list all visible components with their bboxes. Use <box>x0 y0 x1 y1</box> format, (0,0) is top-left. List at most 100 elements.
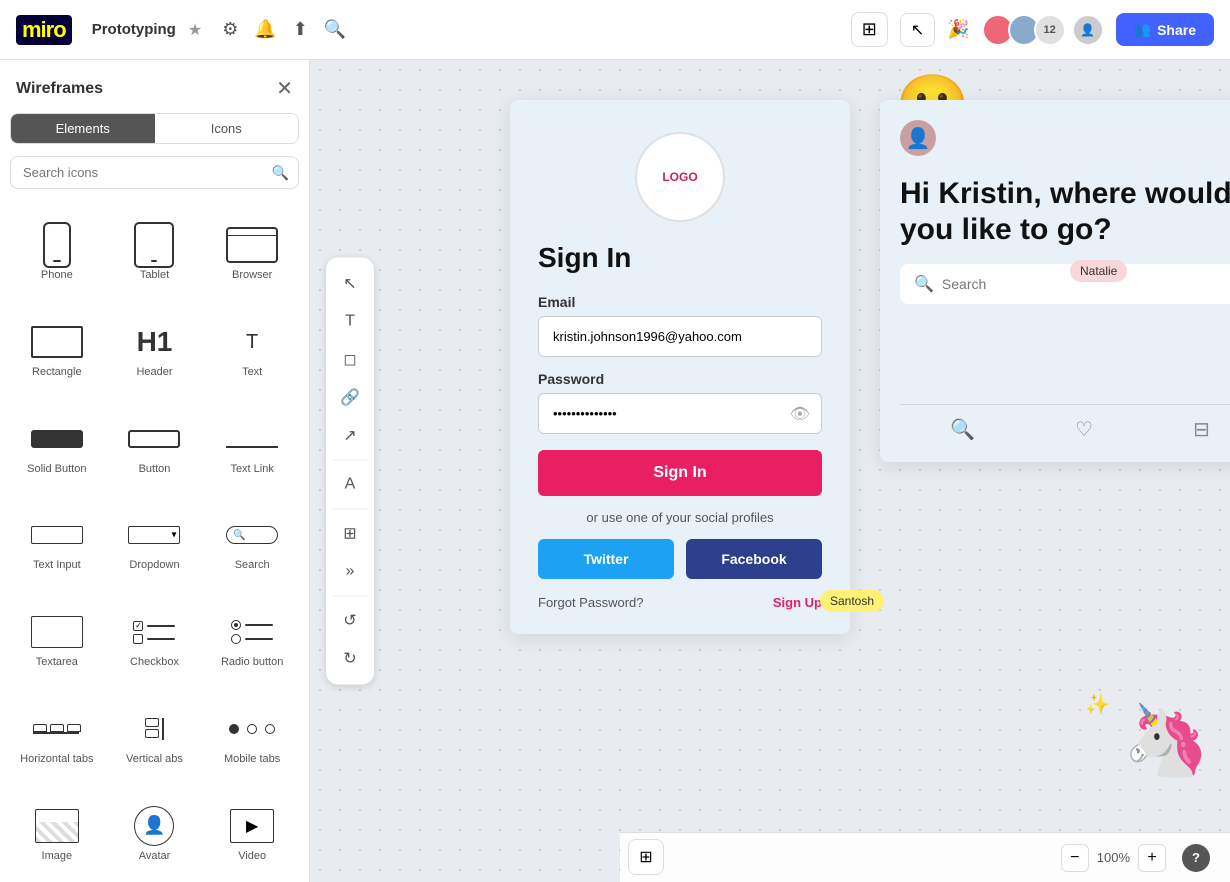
nav-header: 👤 <box>900 120 1230 156</box>
zoom-out-button[interactable]: − <box>1061 844 1089 872</box>
help-button[interactable]: ? <box>1182 844 1210 872</box>
element-horizontal-tabs-label: Horizontal tabs <box>20 753 93 765</box>
element-header[interactable]: H1 Header <box>108 302 202 395</box>
element-avatar-label: Avatar <box>139 850 171 862</box>
element-browser-label: Browser <box>232 269 272 281</box>
browser-icon <box>226 227 278 263</box>
text-tool[interactable]: T <box>332 304 368 340</box>
checkbox-icon: ✓ <box>133 621 175 644</box>
element-horizontal-tabs[interactable]: Horizontal tabs <box>10 689 104 782</box>
panel-header: Wireframes ✕ <box>0 60 309 113</box>
element-mobile-tabs[interactable]: Mobile tabs <box>205 689 299 782</box>
element-vertical-tabs-label: Vertical abs <box>126 753 183 765</box>
frame-tool[interactable]: ⊞ <box>332 516 368 552</box>
element-tablet[interactable]: Tablet <box>108 205 202 298</box>
text-link-icon <box>226 430 278 448</box>
or-text: or use one of your social profiles <box>538 510 822 525</box>
notification-icon[interactable]: 🔔 <box>254 19 276 40</box>
element-text[interactable]: T Text <box>205 302 299 395</box>
element-button[interactable]: Button <box>108 398 202 491</box>
share-button[interactable]: 👥 Share <box>1116 13 1214 46</box>
element-image[interactable]: Image <box>10 785 104 878</box>
more-tool[interactable]: » <box>332 554 368 590</box>
search-icon[interactable]: 🔍 <box>324 19 346 40</box>
element-phone[interactable]: Phone <box>10 205 104 298</box>
element-dropdown[interactable]: Dropdown <box>108 495 202 588</box>
signin-wireframe: LOGO Sign In Email Password 👁 Sign In or… <box>510 100 850 634</box>
main: Wireframes ✕ Elements Icons 🔍 Phone Tabl… <box>0 60 1230 882</box>
solid-button-icon <box>31 430 83 448</box>
undo-tool[interactable]: ↺ <box>332 603 368 639</box>
signup-link[interactable]: Sign Up <box>773 595 822 610</box>
tab-elements[interactable]: Elements <box>11 114 155 143</box>
element-checkbox-label: Checkbox <box>130 656 179 668</box>
element-radio-label: Radio button <box>221 656 283 668</box>
element-image-label: Image <box>42 850 73 862</box>
signin-button[interactable]: Sign In <box>538 450 822 496</box>
element-video[interactable]: ▶ Video <box>205 785 299 878</box>
element-solid-button[interactable]: Solid Button <box>10 398 104 491</box>
element-textarea[interactable]: Textarea <box>10 592 104 685</box>
element-text-link[interactable]: Text Link <box>205 398 299 491</box>
element-text-input[interactable]: Text Input <box>10 495 104 588</box>
button-icon <box>128 430 180 448</box>
share-icon-inner: 👥 <box>1134 21 1151 38</box>
vertical-tabs-icon <box>145 718 164 740</box>
tool-divider-2 <box>332 509 368 510</box>
topbar: miro Prototyping ★ ⚙ 🔔 ⬆ 🔍 ⊞ ↖ 🎉 12 👤 👥 … <box>0 0 1230 60</box>
element-avatar[interactable]: 👤 Avatar <box>108 785 202 878</box>
element-checkbox[interactable]: ✓ Checkbox <box>108 592 202 685</box>
text-icon: T <box>246 331 258 354</box>
nav-heart-icon[interactable]: ♡ <box>1075 417 1093 442</box>
forgot-password-link[interactable]: Forgot Password? <box>538 595 644 610</box>
zoom-in-button[interactable]: + <box>1138 844 1166 872</box>
connector-tool[interactable]: 🔗 <box>332 380 368 416</box>
eye-icon[interactable]: 👁 <box>790 404 810 424</box>
close-panel-button[interactable]: ✕ <box>276 76 293 101</box>
font-tool[interactable]: A <box>332 467 368 503</box>
panel-toggle-button[interactable]: ⊞ <box>628 839 664 875</box>
star-icon[interactable]: ★ <box>188 20 202 40</box>
element-radio[interactable]: Radio button <box>205 592 299 685</box>
share-icon[interactable]: ⬆ <box>293 19 308 40</box>
cursor-button[interactable]: ↖ <box>900 13 935 47</box>
password-input[interactable] <box>538 393 822 434</box>
element-rectangle[interactable]: Rectangle <box>10 302 104 395</box>
nav-search-bottom-icon[interactable]: 🔍 <box>950 417 975 442</box>
unicorn-decoration: 🦄 <box>1123 700 1210 782</box>
text-input-icon <box>31 526 83 544</box>
apps-button[interactable]: ⊞ <box>851 12 888 47</box>
element-textarea-label: Textarea <box>36 656 78 668</box>
scale-tool[interactable]: ↗ <box>332 418 368 454</box>
twitter-button[interactable]: Twitter <box>538 539 674 579</box>
forgot-row: Forgot Password? Sign Up <box>538 595 822 610</box>
element-search[interactable]: 🔍 Search <box>205 495 299 588</box>
password-field-wrap: 👁 <box>538 393 822 434</box>
settings-icon[interactable]: ⚙ <box>222 19 238 40</box>
email-input[interactable] <box>538 316 822 357</box>
sticky-note-tool[interactable]: ◻ <box>332 342 368 378</box>
radio-icon <box>231 620 273 644</box>
rectangle-icon <box>31 326 83 358</box>
element-rectangle-label: Rectangle <box>32 366 82 378</box>
tab-icons[interactable]: Icons <box>155 114 299 143</box>
search-element-icon: 🔍 <box>226 526 278 544</box>
element-browser[interactable]: Browser <box>205 205 299 298</box>
bottom-bar: ⊞ − 100% + ? <box>620 832 1230 882</box>
redo-tool[interactable]: ↻ <box>332 641 368 677</box>
textarea-icon <box>31 616 83 648</box>
signin-title: Sign In <box>538 242 822 274</box>
tablet-icon <box>134 222 174 268</box>
search-input[interactable] <box>10 156 299 189</box>
canvas[interactable]: ↖ T ◻ 🔗 ↗ A ⊞ » ↺ ↻ 😬 💬 LOGO Sign In Ema <box>310 60 1230 882</box>
nav-filter-icon[interactable]: ⊟ <box>1193 417 1210 442</box>
topbar-right: ⊞ ↖ 🎉 12 👤 👥 Share <box>851 12 1214 47</box>
nav-search-box[interactable]: 🔍 <box>900 264 1230 304</box>
search-box: 🔍 <box>10 156 299 189</box>
facebook-button[interactable]: Facebook <box>686 539 822 579</box>
natalie-label: Natalie <box>1080 264 1117 278</box>
cursor-tool[interactable]: ↖ <box>332 266 368 302</box>
element-vertical-tabs[interactable]: Vertical abs <box>108 689 202 782</box>
party-icon[interactable]: 🎉 <box>947 19 969 40</box>
password-label: Password <box>538 371 822 387</box>
